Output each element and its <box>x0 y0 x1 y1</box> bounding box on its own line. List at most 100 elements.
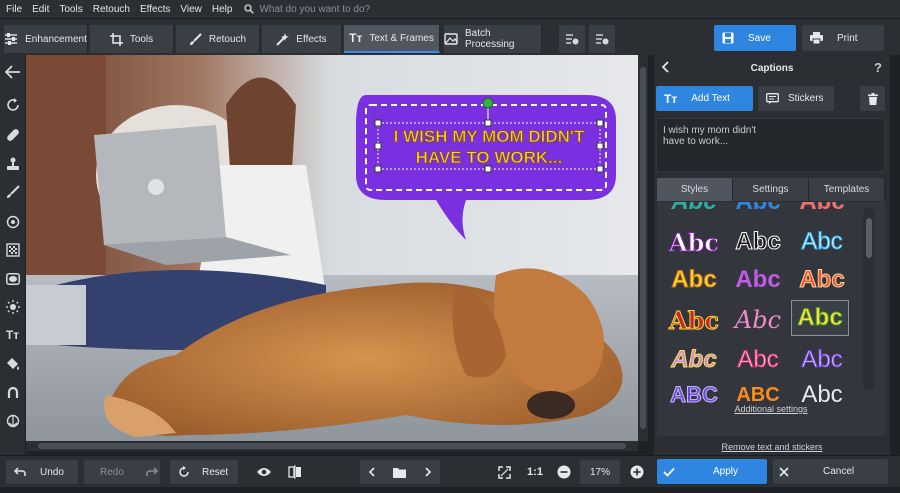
shape-icon[interactable] <box>3 411 22 430</box>
add-text-button[interactable]: Tт Add Text <box>656 86 753 111</box>
caption-text-field[interactable]: I wish my mom didn't have to work... <box>656 118 885 172</box>
heal-icon[interactable] <box>3 125 22 144</box>
additional-settings-link[interactable]: Additional settings <box>657 404 885 414</box>
menu-file[interactable]: File <box>6 4 22 15</box>
menu-effects[interactable]: Effects <box>140 4 170 15</box>
tab-retouch-label: Retouch <box>208 33 247 45</box>
import-list-button[interactable] <box>559 25 585 53</box>
lasso-icon[interactable] <box>3 382 22 401</box>
style-option[interactable]: Abc <box>729 302 787 338</box>
style-option[interactable]: Abc <box>665 262 723 298</box>
tab-text-frames[interactable]: Tт Text & Frames <box>344 25 440 53</box>
undo-button[interactable]: Undo <box>6 460 78 484</box>
print-label: Print <box>837 32 858 44</box>
print-button[interactable]: Print <box>802 25 884 51</box>
zoom-in-button[interactable] <box>625 460 649 484</box>
menu-edit[interactable]: Edit <box>32 4 49 15</box>
reset-icon <box>178 466 190 478</box>
stamp-icon[interactable] <box>3 154 22 173</box>
undo-label: Undo <box>40 466 64 478</box>
undo-icon <box>14 467 26 477</box>
remove-text-and-stickers-link[interactable]: Remove text and stickers <box>654 442 890 452</box>
style-option[interactable]: Abc <box>665 224 723 260</box>
scroll-thumb[interactable] <box>866 218 872 258</box>
chevron-left-icon[interactable] <box>662 61 670 73</box>
chevron-right-icon[interactable] <box>424 467 432 477</box>
scroll-thumb[interactable] <box>38 443 626 449</box>
back-arrow-icon[interactable] <box>3 62 22 81</box>
fit-screen-icon <box>497 465 511 479</box>
vertical-scrollbar[interactable] <box>638 55 648 441</box>
horizontal-scrollbar[interactable] <box>26 441 638 451</box>
redo-label: Redo <box>100 466 124 478</box>
tab-effects-label: Effects <box>296 33 327 45</box>
zoom-level-field[interactable]: 17% <box>580 460 620 484</box>
fill-icon[interactable] <box>3 354 22 373</box>
trash-icon <box>867 92 878 105</box>
style-option-selected[interactable]: Abc <box>791 300 849 336</box>
delete-button[interactable] <box>860 86 885 111</box>
search-input[interactable]: What do you want to do? <box>259 4 370 15</box>
style-option[interactable]: Abc <box>729 342 787 378</box>
preview-button[interactable] <box>250 460 278 484</box>
cancel-button[interactable]: Cancel <box>773 459 888 484</box>
crop-icon <box>109 32 123 46</box>
photo-canvas[interactable]: I WISH MY MOM DIDN'T HAVE TO WORK... <box>26 55 638 441</box>
help-icon[interactable]: ? <box>874 60 882 75</box>
zoom-out-button[interactable] <box>552 460 576 484</box>
target-icon[interactable] <box>3 212 22 231</box>
export-list-button[interactable] <box>589 25 615 53</box>
tab-effects[interactable]: Effects <box>262 25 342 53</box>
tab-templates[interactable]: Templates <box>809 178 885 201</box>
menu-tools[interactable]: Tools <box>59 4 82 15</box>
style-option[interactable]: Abc <box>793 342 851 378</box>
style-option[interactable]: Abc <box>729 224 787 260</box>
tab-tools[interactable]: Tools <box>90 25 174 53</box>
compare-icon <box>288 465 302 479</box>
menu-retouch[interactable]: Retouch <box>93 4 130 15</box>
apply-button[interactable]: Apply <box>657 459 767 484</box>
compare-button[interactable] <box>282 460 308 484</box>
folder-icon[interactable] <box>393 467 407 478</box>
chevron-left-icon[interactable] <box>368 467 376 477</box>
actual-size-button[interactable]: 1:1 <box>522 460 548 484</box>
tab-retouch[interactable]: Retouch <box>176 25 260 53</box>
save-button[interactable]: Save <box>714 25 796 51</box>
tab-batch-processing[interactable]: Batch Processing <box>444 25 542 53</box>
brush-icon <box>189 32 202 46</box>
redo-button[interactable]: Redo <box>84 460 160 484</box>
tab-enhancement[interactable]: Enhancement <box>4 25 88 53</box>
close-icon <box>779 466 789 477</box>
fit-to-screen-button[interactable] <box>491 460 517 484</box>
scroll-thumb[interactable] <box>640 67 646 429</box>
zoom-out-icon <box>557 465 571 479</box>
sliders-icon <box>4 33 18 45</box>
style-option[interactable]: Abc <box>729 262 787 298</box>
style-option[interactable]: Abc <box>665 302 723 338</box>
style-option[interactable]: Abc <box>665 342 723 378</box>
menu-view[interactable]: View <box>180 4 202 15</box>
tab-settings[interactable]: Settings <box>733 178 809 201</box>
style-option[interactable]: Abc <box>793 202 851 220</box>
style-option[interactable]: Abc <box>665 202 723 220</box>
rotate-icon[interactable] <box>3 95 22 114</box>
search-box[interactable]: What do you want to do? <box>244 4 370 15</box>
text-tool-icon[interactable]: Tт <box>3 325 22 344</box>
image-navigator <box>360 460 440 484</box>
gradient-icon[interactable] <box>3 240 22 259</box>
stickers-button[interactable]: Stickers <box>758 86 834 111</box>
menu-help[interactable]: Help <box>212 4 233 15</box>
caption-line-1[interactable]: I WISH MY MOM DIDN'T <box>393 127 585 147</box>
style-option[interactable]: Abc <box>793 224 851 260</box>
panel-tabs: Styles Settings Templates <box>657 178 885 201</box>
tab-styles[interactable]: Styles <box>657 178 733 201</box>
style-option[interactable]: Abc <box>793 262 851 298</box>
sun-icon[interactable] <box>3 297 22 316</box>
caption-line-2[interactable]: HAVE TO WORK... <box>415 148 563 168</box>
brush-icon[interactable] <box>3 182 22 201</box>
gallery-scrollbar[interactable] <box>863 208 875 390</box>
sticker-icon <box>766 93 779 104</box>
vignette-icon[interactable] <box>3 269 22 288</box>
reset-button[interactable]: Reset <box>170 460 238 484</box>
style-option[interactable]: Abc <box>729 202 787 220</box>
